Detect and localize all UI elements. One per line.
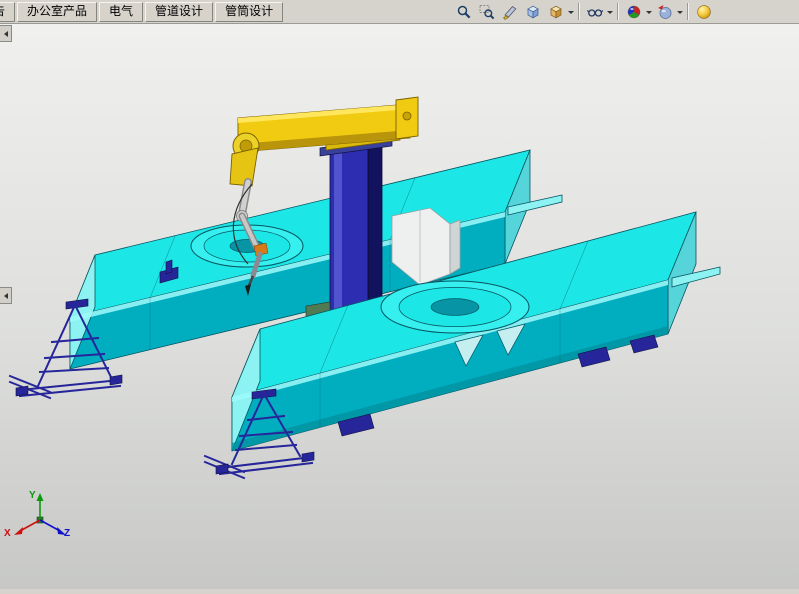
x-axis-label: X — [4, 528, 11, 539]
section-view-icon[interactable] — [498, 1, 521, 22]
graphics-area[interactable]: Y X Z — [0, 24, 799, 589]
dropdown-arrow-icon[interactable] — [607, 11, 613, 17]
toolbar-separator — [578, 3, 580, 20]
tab-partial[interactable]: 告 — [0, 2, 15, 22]
tab-electrical[interactable]: 电气 — [99, 2, 143, 22]
dropdown-arrow-icon[interactable] — [568, 11, 574, 17]
apply-scene-icon[interactable] — [653, 1, 676, 22]
panel-collapse-arrow[interactable] — [0, 25, 12, 42]
view-orientation-icon[interactable] — [521, 1, 544, 22]
view-settings-icon[interactable] — [692, 1, 715, 22]
left-arrow-icon — [1, 293, 8, 299]
panel-collapse-arrow[interactable] — [0, 287, 12, 304]
tab-piping-design[interactable]: 管道设计 — [145, 2, 213, 22]
display-style-icon[interactable] — [544, 1, 567, 22]
dropdown-arrow-icon[interactable] — [677, 11, 683, 17]
toolbar-separator — [687, 3, 689, 20]
heads-up-view-toolbar — [452, 0, 799, 23]
z-axis-label: Z — [64, 528, 70, 539]
tab-office-products[interactable]: 办公室产品 — [17, 2, 97, 22]
edit-appearance-icon[interactable] — [622, 1, 645, 22]
dropdown-arrow-icon[interactable] — [646, 11, 652, 17]
3d-scene[interactable]: Y X Z — [0, 24, 799, 589]
toolbar-separator — [617, 3, 619, 20]
y-axis-label: Y — [29, 490, 36, 501]
hide-show-items-icon[interactable] — [583, 1, 606, 22]
left-arrow-icon — [1, 31, 8, 37]
zoom-fit-icon[interactable] — [452, 1, 475, 22]
zoom-area-icon[interactable] — [475, 1, 498, 22]
tab-tubing-design[interactable]: 管筒设计 — [215, 2, 283, 22]
command-manager-toolbar: 告 办公室产品 电气 管道设计 管筒设计 — [0, 0, 799, 24]
